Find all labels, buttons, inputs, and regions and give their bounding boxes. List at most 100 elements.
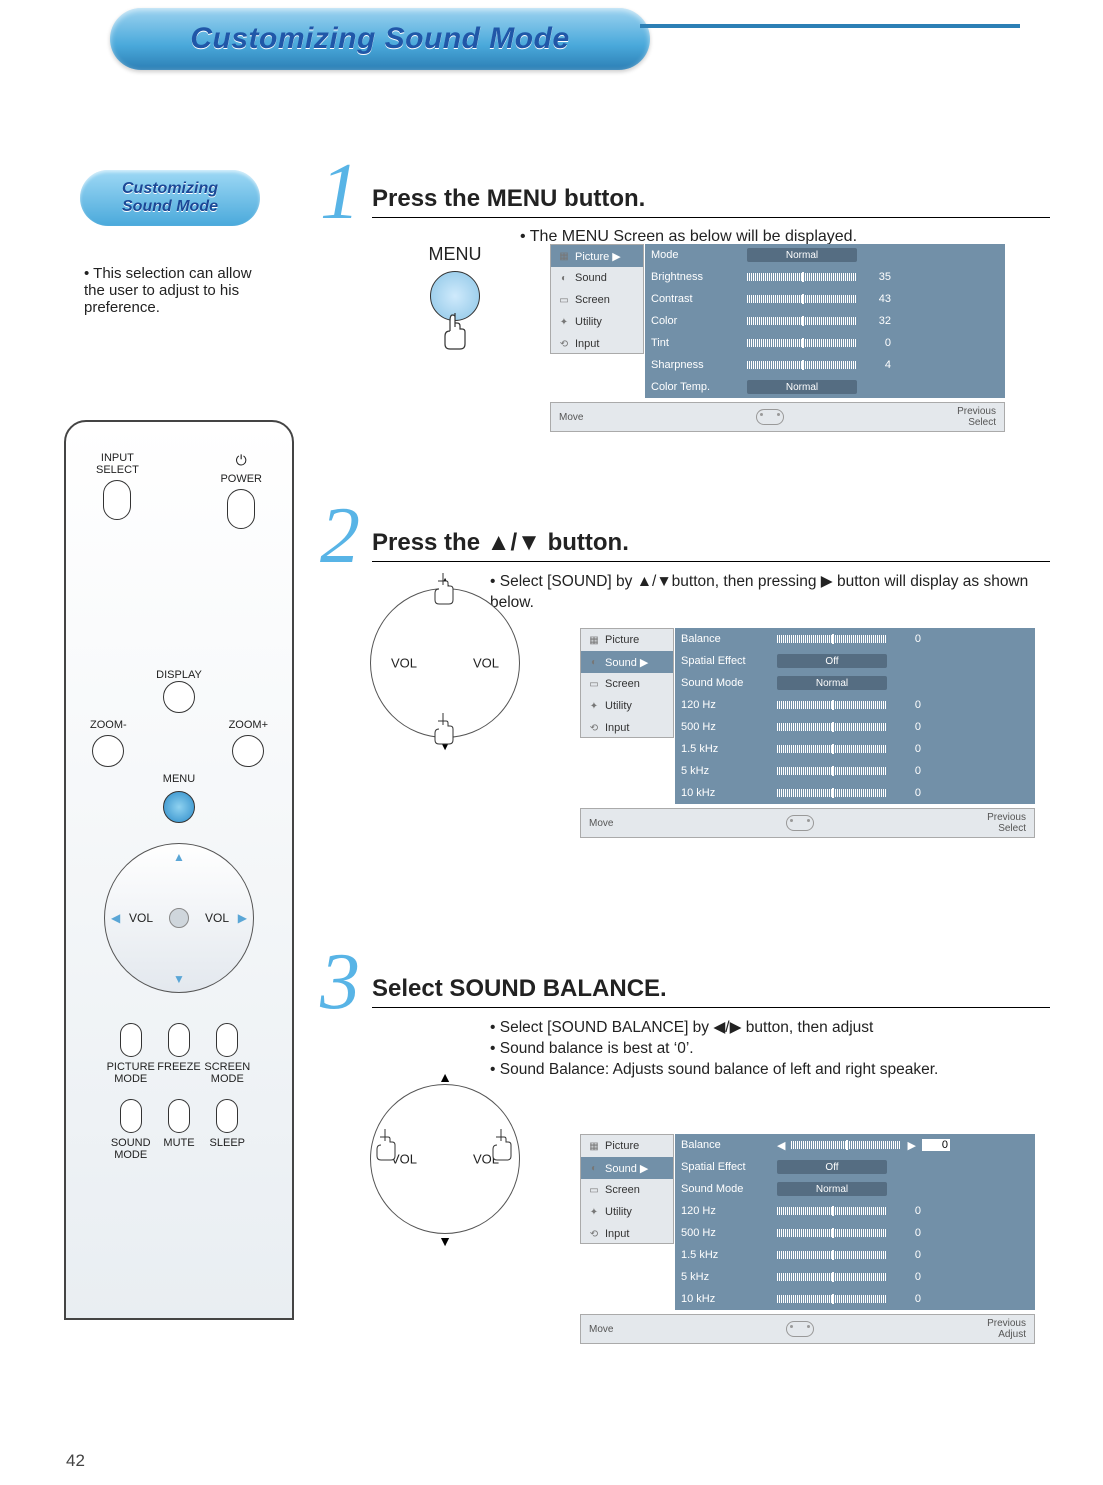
osd-footer: MovePreviousSelect xyxy=(550,402,1005,432)
osd-slider xyxy=(747,273,857,281)
zoom-minus-label: ZOOM- xyxy=(90,719,127,731)
osd-slider xyxy=(777,1273,887,1281)
menu-category-icon: ✦ xyxy=(587,1205,601,1219)
osd-row: 500 Hz0 xyxy=(675,1222,1035,1244)
osd-row: Brightness35 xyxy=(645,266,1005,288)
osd-slider xyxy=(747,339,857,347)
page-title-pill: Customizing Sound Mode xyxy=(110,8,650,70)
osd-value-pill: Normal xyxy=(747,380,857,394)
sound-mode-label: SOUND MODE xyxy=(111,1137,151,1161)
chevron-up-icon: ▲ xyxy=(173,850,185,864)
input-select-button[interactable] xyxy=(103,480,131,520)
osd-slider xyxy=(747,317,857,325)
menu-category-icon: ▦ xyxy=(587,633,601,647)
menu-category-icon: ▭ xyxy=(557,293,571,307)
osd-side-item: ⟲Input xyxy=(551,333,643,355)
menu-category-icon: ▭ xyxy=(587,1183,601,1197)
menu-category-icon: ▭ xyxy=(587,677,601,691)
osd-row: 120 Hz0 xyxy=(675,1200,1035,1222)
picture-mode-button[interactable] xyxy=(120,1023,142,1057)
osd-row: 1.5 kHz0 xyxy=(675,1244,1035,1266)
osd-row: Spatial EffectOff xyxy=(675,650,1035,672)
osd-side-item: ⟲Input xyxy=(581,717,673,739)
step-3-dpad-illustration: ▲ ▼ VOL VOL xyxy=(370,1084,520,1234)
power-button[interactable] xyxy=(227,489,255,529)
osd-row: Color Temp.Normal xyxy=(645,376,1005,398)
osd-row: Sound ModeNormal xyxy=(675,1178,1035,1200)
sleep-button[interactable] xyxy=(216,1099,238,1133)
menu-category-icon: ⟲ xyxy=(587,1227,601,1241)
menu-category-icon: ▦ xyxy=(587,1139,601,1153)
osd-row: Tint0 xyxy=(645,332,1005,354)
osd-side-item: ✦Utility xyxy=(581,1201,673,1223)
osd-slider xyxy=(777,767,887,775)
osd-side-item: ◐Sound ▶ xyxy=(581,1157,673,1179)
osd-row: 5 kHz0 xyxy=(675,1266,1035,1288)
osd-value-pill: Normal xyxy=(777,1182,887,1196)
step-2-number: 2 xyxy=(320,508,360,564)
menu-category-icon: ⟲ xyxy=(587,721,601,735)
osd-menu-1: ▦Picture ▶◐Sound▭Screen✦Utility⟲InputMod… xyxy=(550,244,1010,444)
osd-row: 1.5 kHz0 xyxy=(675,738,1035,760)
osd-value-pill: Normal xyxy=(777,676,887,690)
display-label: DISPLAY xyxy=(156,669,202,681)
input-select-label: INPUT SELECT xyxy=(96,452,139,476)
chapter-line1: Customizing xyxy=(122,180,218,198)
chevron-left-icon: ◀ xyxy=(111,911,120,925)
osd-side-item: ✦Utility xyxy=(551,311,643,333)
screen-mode-button[interactable] xyxy=(216,1023,238,1057)
osd-side-item: ▦Picture ▶ xyxy=(551,245,643,267)
sound-mode-button[interactable] xyxy=(120,1099,142,1133)
menu-category-icon: ◐ xyxy=(587,655,601,669)
osd-menu-3: ▦Picture◐Sound ▶▭Screen✦Utility⟲InputBal… xyxy=(580,1134,1040,1354)
nav-joystick-icon xyxy=(756,409,784,425)
title-divider xyxy=(640,24,1020,28)
osd-row: 10 kHz0 xyxy=(675,1288,1035,1310)
menu-category-icon: ⟲ xyxy=(557,337,571,351)
menu-button[interactable] xyxy=(163,791,195,823)
chevron-up-icon: ▲ xyxy=(438,1069,452,1085)
osd-slider xyxy=(777,635,887,643)
remote-control: INPUT SELECT ⏻ POWER DISPLAY ZOOM- ZOOM+ xyxy=(64,420,294,1320)
osd-slider xyxy=(777,745,887,753)
vol-left-label: VOL xyxy=(129,911,153,925)
power-label: POWER xyxy=(220,473,262,485)
step-2: 2 Press the ▲/▼ button. • Select [SOUND]… xyxy=(320,508,1050,614)
osd-value-pill: Normal xyxy=(747,248,857,262)
hand-press-icon xyxy=(431,569,461,609)
menu-category-icon: ✦ xyxy=(587,699,601,713)
menu-text: MENU xyxy=(390,244,520,265)
chevron-right-icon: ▶ xyxy=(238,911,247,925)
osd-row: Sharpness4 xyxy=(645,354,1005,376)
chapter-line2: Sound Mode xyxy=(122,198,218,216)
osd-slider xyxy=(777,1251,887,1259)
mute-button[interactable] xyxy=(168,1099,190,1133)
step-3-desc: • Select [SOUND BALANCE] by ◀/▶ button, … xyxy=(490,1018,1050,1081)
picture-mode-label: PICTURE MODE xyxy=(107,1061,155,1085)
page-title-wrap: Customizing Sound Mode xyxy=(110,8,650,70)
osd-slider xyxy=(777,701,887,709)
mute-label: MUTE xyxy=(163,1137,194,1149)
osd-side-item: ▦Picture xyxy=(581,1135,673,1157)
osd-slider xyxy=(777,1295,887,1303)
osd-row: 500 Hz0 xyxy=(675,716,1035,738)
dpad-center-button[interactable] xyxy=(169,908,189,928)
osd-row: Color32 xyxy=(645,310,1005,332)
hand-press-icon xyxy=(373,1125,403,1165)
freeze-label: FREEZE xyxy=(157,1061,200,1073)
zoom-plus-button[interactable] xyxy=(232,735,264,767)
osd-row: 10 kHz0 xyxy=(675,782,1035,804)
menu-category-icon: ◐ xyxy=(557,271,571,285)
osd-side-item: ▭Screen xyxy=(581,1179,673,1201)
page-number: 42 xyxy=(66,1451,85,1471)
step-1: 1 Press the MENU button. • The MENU Scre… xyxy=(320,164,1050,246)
step-3-title: Select SOUND BALANCE. xyxy=(372,975,1050,1008)
display-button[interactable] xyxy=(163,681,195,713)
freeze-button[interactable] xyxy=(168,1023,190,1057)
step-1-number: 1 xyxy=(320,164,360,220)
chevron-down-icon: ▼ xyxy=(438,1233,452,1249)
osd-row: Balance0 xyxy=(675,628,1035,650)
chevron-down-icon: ▼ xyxy=(173,972,185,986)
zoom-minus-button[interactable] xyxy=(92,735,124,767)
dpad[interactable]: ▲ ▼ ◀ ▶ VOL VOL xyxy=(104,843,254,993)
